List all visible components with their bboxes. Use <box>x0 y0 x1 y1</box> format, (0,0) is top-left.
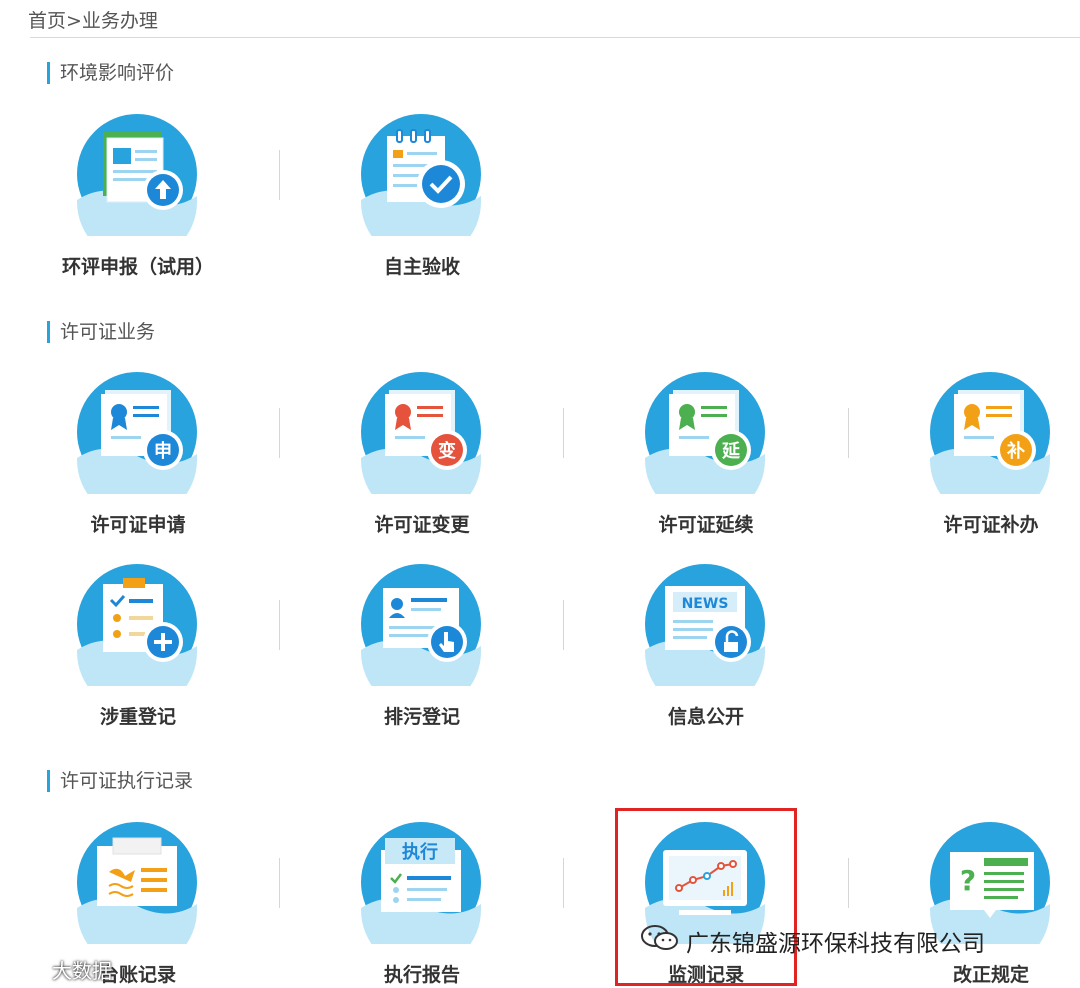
weibo-icon <box>8 955 48 984</box>
wechat-icon <box>640 924 680 958</box>
tile-info-public[interactable]: NEWS 信息公开 <box>586 562 826 752</box>
section-title-exec: 许可证执行记录 <box>47 770 193 792</box>
exec-report-icon: 执行 <box>359 820 483 944</box>
certificate-apply-icon: 申 <box>75 370 199 494</box>
upload-document-icon <box>75 112 199 236</box>
tile-monitor-record[interactable]: 监测记录 <box>586 820 826 988</box>
id-card-pointer-icon <box>359 562 483 686</box>
breadcrumb[interactable]: 首页>业务办理 <box>28 6 158 33</box>
ledger-book-icon <box>75 820 199 944</box>
separator <box>279 150 280 200</box>
svg-text:?: ? <box>960 864 976 897</box>
watermark-company: 广东锦盛源环保科技有限公司 <box>640 924 985 958</box>
breadcrumb-divider <box>30 37 1080 38</box>
tile-label: 监测记录 <box>667 964 744 986</box>
banner-text: 执行 <box>402 841 438 863</box>
badge-text: 变 <box>438 440 456 462</box>
news-text: NEWS <box>682 596 729 612</box>
watermark-weibo: 大数据 <box>8 955 112 984</box>
section-title-permit: 许可证业务 <box>47 321 155 343</box>
tile-permit-apply[interactable]: 申 许可证申请 <box>18 370 258 560</box>
tile-eia-declare[interactable]: 环评申报（试用） <box>18 112 258 302</box>
tile-label: 许可证变更 <box>374 514 470 536</box>
tile-label: 自主验收 <box>383 256 460 278</box>
tile-label: 许可证补办 <box>943 514 1039 536</box>
tile-label: 改正规定 <box>952 964 1029 986</box>
separator <box>563 600 564 650</box>
badge-text: 延 <box>721 441 741 462</box>
separator <box>848 858 849 908</box>
tile-exec-report[interactable]: 执行 执行报告 <box>302 820 542 988</box>
tile-permit-extend[interactable]: 延 许可证延续 <box>586 370 826 560</box>
separator <box>279 858 280 908</box>
separator <box>563 858 564 908</box>
checklist-check-icon <box>359 112 483 236</box>
tile-self-acceptance[interactable]: 自主验收 <box>302 112 542 302</box>
badge-text: 申 <box>154 440 172 462</box>
clipboard-add-icon <box>75 562 199 686</box>
certificate-supplement-icon: 补 <box>928 370 1052 494</box>
separator <box>279 600 280 650</box>
separator <box>848 408 849 458</box>
tile-label: 许可证延续 <box>658 514 754 536</box>
separator <box>563 408 564 458</box>
tile-discharge-register[interactable]: 排污登记 <box>302 562 542 752</box>
watermark-weibo-text: 大数据 <box>52 959 112 983</box>
tile-label: 执行报告 <box>383 964 460 986</box>
tile-permit-supplement[interactable]: 补 许可证补办 <box>871 370 1080 560</box>
tile-heavy-register[interactable]: 涉重登记 <box>18 562 258 752</box>
tile-label: 许可证申请 <box>90 514 186 536</box>
tile-permit-change[interactable]: 变 许可证变更 <box>302 370 542 560</box>
certificate-extend-icon: 延 <box>643 370 767 494</box>
watermark-company-text: 广东锦盛源环保科技有限公司 <box>686 931 985 957</box>
certificate-change-icon: 变 <box>359 370 483 494</box>
separator <box>279 408 280 458</box>
tile-label: 排污登记 <box>383 706 460 728</box>
section-title-eia: 环境影响评价 <box>47 62 174 84</box>
tile-rectify-rule[interactable]: ? 改正规定 <box>871 820 1080 988</box>
tile-label: 涉重登记 <box>99 706 176 728</box>
news-unlock-icon: NEWS <box>643 562 767 686</box>
tile-label: 信息公开 <box>667 706 744 728</box>
tile-label: 环评申报（试用） <box>61 256 214 278</box>
badge-text: 补 <box>1006 440 1025 462</box>
